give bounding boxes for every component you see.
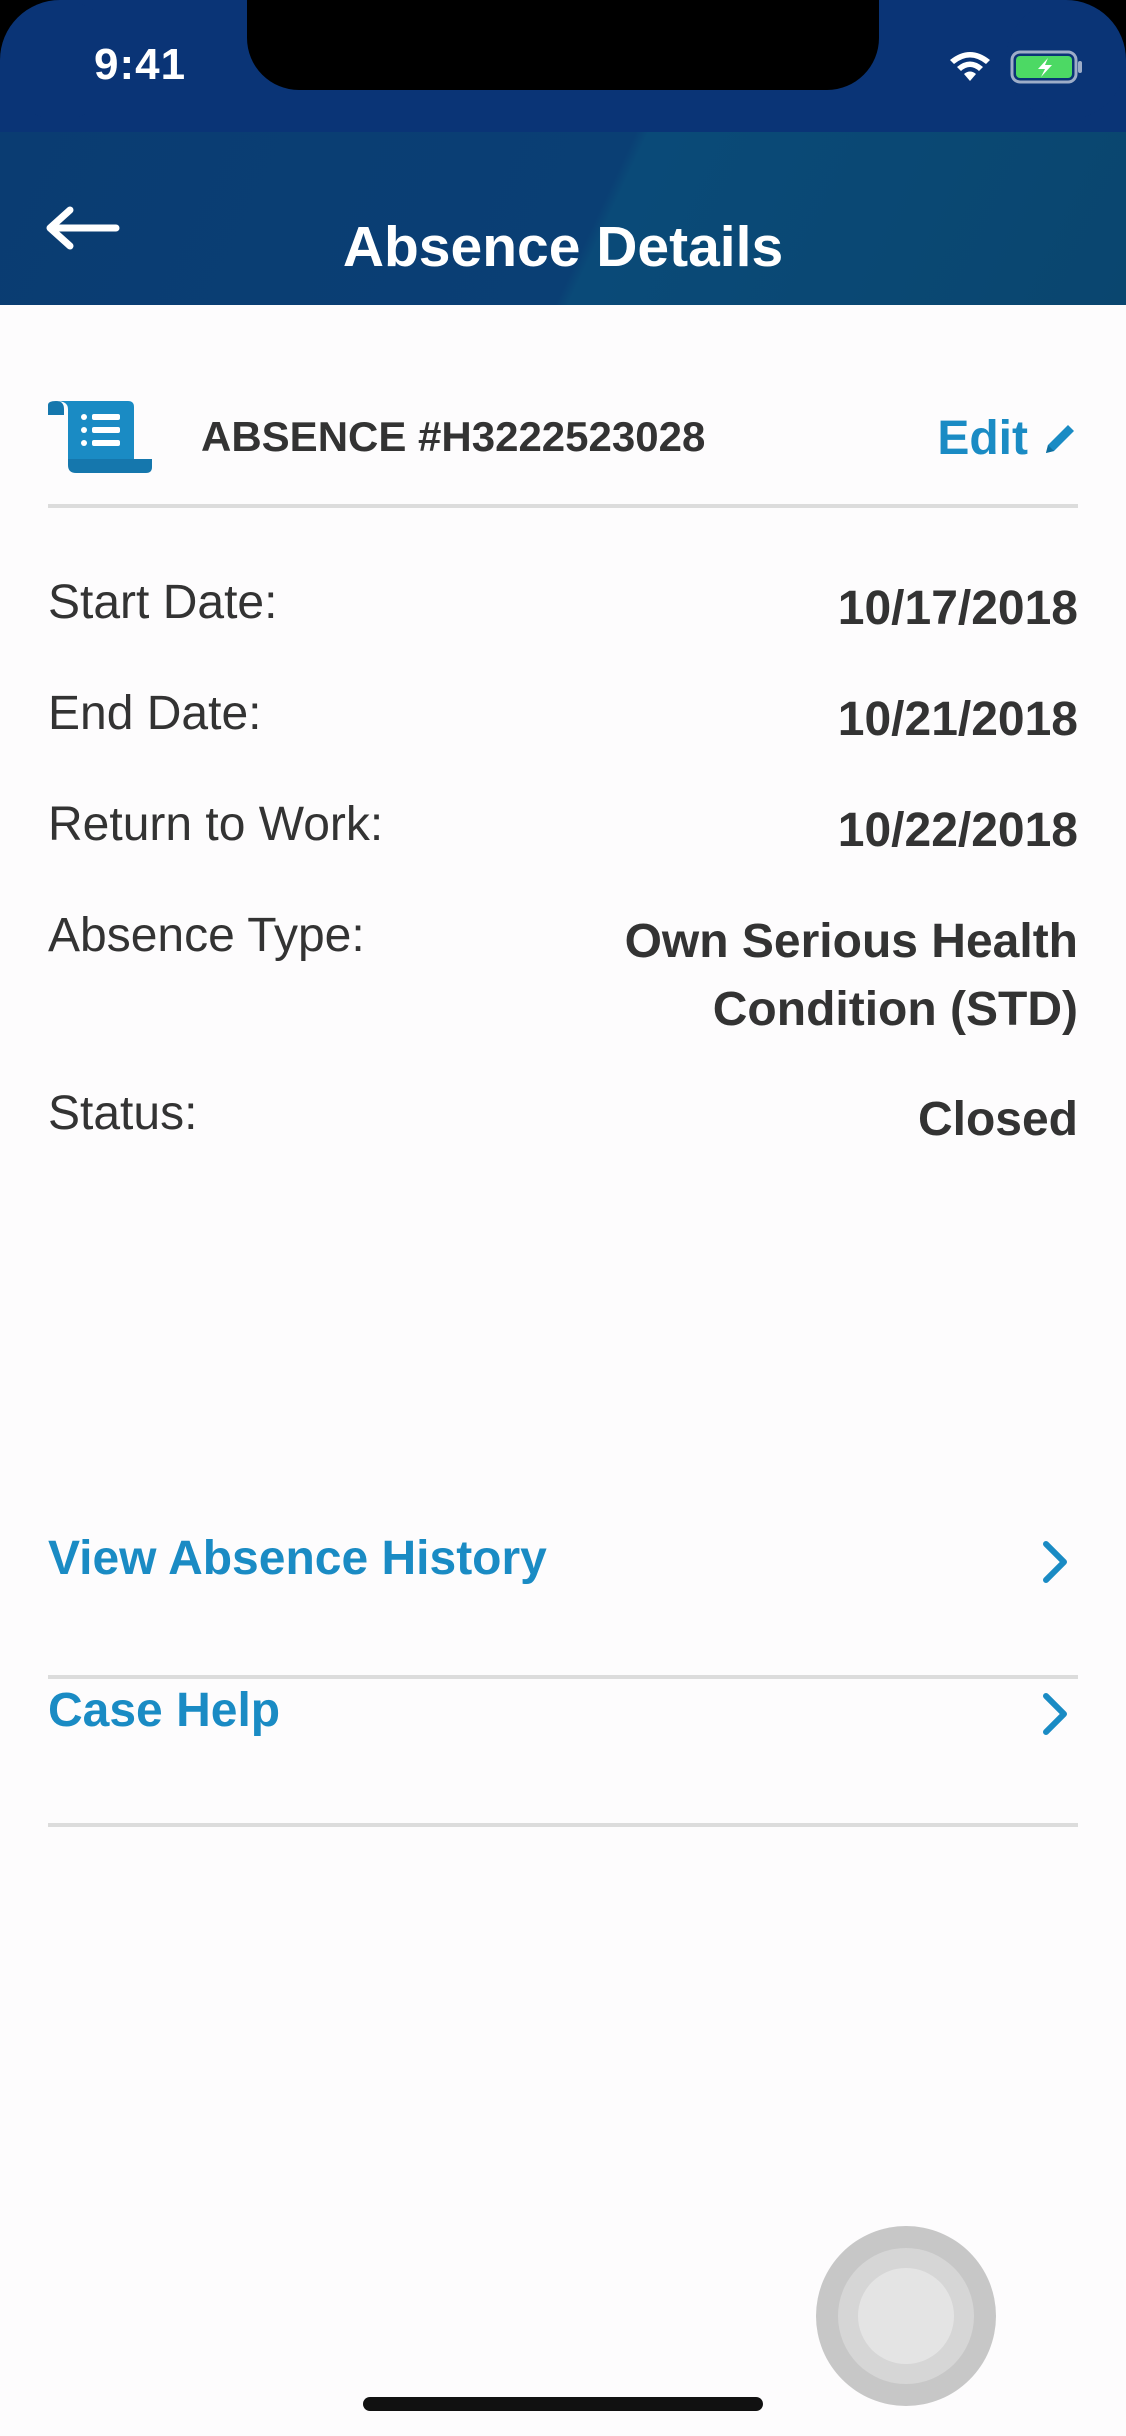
page-title: Absence Details	[342, 215, 784, 279]
detail-label: Status:	[48, 1087, 198, 1140]
detail-value: 10/22/2018	[837, 804, 1078, 857]
battery-charging-icon	[1010, 50, 1082, 84]
screen-corner-left	[0, 0, 120, 120]
view-absence-history-link[interactable]: View Absence History	[48, 1531, 1078, 1679]
wifi-icon	[950, 52, 990, 81]
navigation-header: Absence Details	[0, 132, 1126, 305]
detail-label: Return to Work:	[48, 798, 384, 851]
home-indicator[interactable]	[363, 2397, 763, 2411]
app-screen: 9:41 Absence Details ABSENCE #H322252302…	[0, 0, 1126, 2436]
link-label: Case Help	[48, 1684, 281, 1737]
detail-label: Start Date:	[48, 576, 278, 629]
status-value: Closed	[917, 1093, 1078, 1146]
link-label: View Absence History	[48, 1532, 547, 1585]
case-help-link[interactable]: Case Help	[48, 1683, 1078, 1827]
detail-row-absence-type: Absence Type: Own Serious Health Conditi…	[48, 908, 1078, 1044]
scroll-document-icon	[48, 401, 152, 473]
detail-value: Own Serious Health Condition (STD)	[625, 908, 1078, 1044]
edit-label: Edit	[937, 412, 1028, 465]
detail-label: Absence Type:	[48, 909, 365, 962]
detail-row-return-to-work: Return to Work: 10/22/2018	[48, 797, 1078, 865]
chevron-right-icon	[1043, 1693, 1067, 1735]
assistive-touch-core	[858, 2268, 954, 2364]
detail-value: 10/21/2018	[837, 693, 1078, 746]
detail-row-end-date: End Date: 10/21/2018	[48, 686, 1078, 754]
device-notch	[247, 0, 879, 90]
status-time: 9:41	[94, 40, 187, 89]
detail-row-start-date: Start Date: 10/17/2018	[48, 575, 1078, 643]
pencil-icon	[1046, 424, 1074, 453]
chevron-right-icon	[1043, 1541, 1067, 1583]
absence-type-line-2: Condition (STD)	[712, 983, 1078, 1036]
edit-button[interactable]: Edit	[937, 411, 1078, 466]
status-icons	[948, 50, 1084, 84]
absence-header: ABSENCE #H3222523028 Edit	[48, 305, 1078, 508]
detail-label: End Date:	[48, 687, 262, 740]
detail-value: 10/17/2018	[837, 582, 1078, 635]
assistive-touch-button[interactable]	[816, 2226, 996, 2406]
absence-details-content: ABSENCE #H3222523028 Edit Start Date: 10…	[48, 305, 1078, 1827]
absence-number: ABSENCE #H3222523028	[201, 413, 706, 460]
absence-type-line-1: Own Serious Health	[624, 915, 1078, 968]
detail-row-status: Status: Closed	[48, 1086, 1078, 1154]
